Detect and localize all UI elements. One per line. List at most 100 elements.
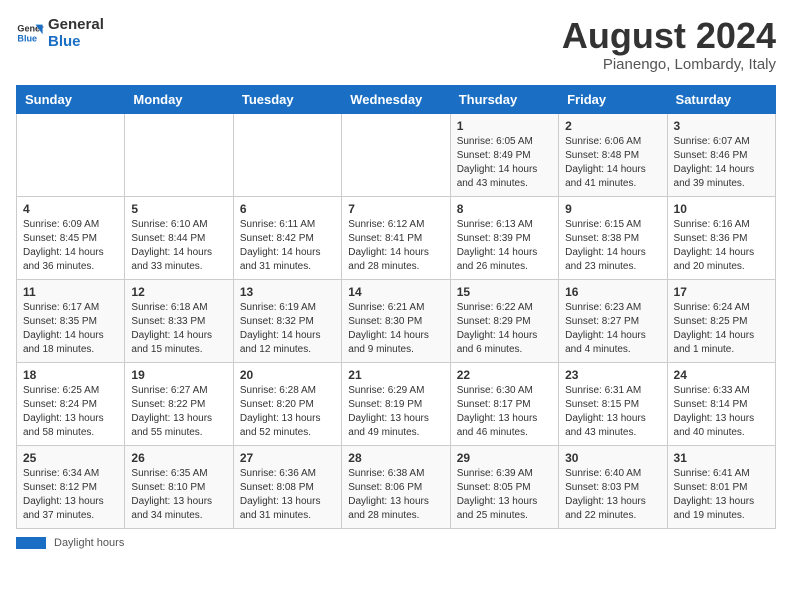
day-number: 15 xyxy=(457,285,552,299)
day-number: 25 xyxy=(23,451,118,465)
day-number: 6 xyxy=(240,202,335,216)
day-number: 17 xyxy=(674,285,769,299)
calendar-cell: 8 Sunrise: 6:13 AM Sunset: 8:39 PM Daylig… xyxy=(450,196,558,279)
day-header-wednesday: Wednesday xyxy=(342,85,450,113)
day-number: 11 xyxy=(23,285,118,299)
calendar-cell xyxy=(125,113,233,196)
logo-text-line2: Blue xyxy=(48,33,104,50)
day-info: Sunrise: 6:41 AM Sunset: 8:01 PM Dayligh… xyxy=(674,467,769,523)
day-info: Sunrise: 6:09 AM Sunset: 8:45 PM Dayligh… xyxy=(23,218,118,274)
day-info: Sunrise: 6:05 AM Sunset: 8:49 PM Dayligh… xyxy=(457,135,552,191)
day-info: Sunrise: 6:36 AM Sunset: 8:08 PM Dayligh… xyxy=(240,467,335,523)
day-number: 30 xyxy=(565,451,660,465)
day-header-thursday: Thursday xyxy=(450,85,558,113)
day-info: Sunrise: 6:12 AM Sunset: 8:41 PM Dayligh… xyxy=(348,218,443,274)
calendar-cell: 23Sunrise: 6:31 AM Sunset: 8:15 PM Dayli… xyxy=(559,362,667,445)
day-info: Sunrise: 6:25 AM Sunset: 8:24 PM Dayligh… xyxy=(23,384,118,440)
calendar-cell: 4 Sunrise: 6:09 AM Sunset: 8:45 PM Daylig… xyxy=(17,196,125,279)
day-number: 21 xyxy=(348,368,443,382)
day-number: 1 xyxy=(457,119,552,133)
calendar-cell xyxy=(233,113,341,196)
day-number: 26 xyxy=(131,451,226,465)
calendar-cell: 21 Sunrise: 6:29 AM Sunset: 8:19 PM Dayli… xyxy=(342,362,450,445)
calendar-week-row: 1 Sunrise: 6:05 AM Sunset: 8:49 PM Daylig… xyxy=(17,113,776,196)
title-area: August 2024 Pianengo, Lombardy, Italy xyxy=(562,16,776,73)
day-info: Sunrise: 6:24 AM Sunset: 8:25 PM Dayligh… xyxy=(674,301,769,357)
calendar-cell: 29Sunrise: 6:39 AM Sunset: 8:05 PM Dayli… xyxy=(450,445,558,528)
calendar-cell: 6 Sunrise: 6:11 AM Sunset: 8:42 PM Daylig… xyxy=(233,196,341,279)
day-info: Sunrise: 6:28 AM Sunset: 8:20 PM Dayligh… xyxy=(240,384,335,440)
calendar-week-row: 4 Sunrise: 6:09 AM Sunset: 8:45 PM Daylig… xyxy=(17,196,776,279)
day-header-sunday: Sunday xyxy=(17,85,125,113)
legend-label: Daylight hours xyxy=(54,537,124,549)
day-info: Sunrise: 6:33 AM Sunset: 8:14 PM Dayligh… xyxy=(674,384,769,440)
calendar-table: SundayMondayTuesdayWednesdayThursdayFrid… xyxy=(16,85,776,529)
logo-text-line1: General xyxy=(48,16,104,33)
day-info: Sunrise: 6:21 AM Sunset: 8:30 PM Dayligh… xyxy=(348,301,443,357)
day-number: 24 xyxy=(674,368,769,382)
calendar-cell: 12 Sunrise: 6:18 AM Sunset: 8:33 PM Dayli… xyxy=(125,279,233,362)
calendar-cell: 19Sunrise: 6:27 AM Sunset: 8:22 PM Dayli… xyxy=(125,362,233,445)
day-info: Sunrise: 6:40 AM Sunset: 8:03 PM Dayligh… xyxy=(565,467,660,523)
day-header-monday: Monday xyxy=(125,85,233,113)
calendar-cell: 25 Sunrise: 6:34 AM Sunset: 8:12 PM Dayli… xyxy=(17,445,125,528)
calendar-cell: 18 Sunrise: 6:25 AM Sunset: 8:24 PM Dayli… xyxy=(17,362,125,445)
day-info: Sunrise: 6:13 AM Sunset: 8:39 PM Dayligh… xyxy=(457,218,552,274)
day-info: Sunrise: 6:34 AM Sunset: 8:12 PM Dayligh… xyxy=(23,467,118,523)
calendar-cell: 11 Sunrise: 6:17 AM Sunset: 8:35 PM Dayli… xyxy=(17,279,125,362)
calendar-cell: 3Sunrise: 6:07 AM Sunset: 8:46 PM Daylig… xyxy=(667,113,775,196)
calendar-cell: 14 Sunrise: 6:21 AM Sunset: 8:30 PM Dayli… xyxy=(342,279,450,362)
logo: General Blue General Blue xyxy=(16,16,104,50)
calendar-cell: 26 Sunrise: 6:35 AM Sunset: 8:10 PM Dayli… xyxy=(125,445,233,528)
calendar-header-row: SundayMondayTuesdayWednesdayThursdayFrid… xyxy=(17,85,776,113)
day-number: 14 xyxy=(348,285,443,299)
day-info: Sunrise: 6:07 AM Sunset: 8:46 PM Dayligh… xyxy=(674,135,769,191)
calendar-week-row: 11 Sunrise: 6:17 AM Sunset: 8:35 PM Dayli… xyxy=(17,279,776,362)
day-number: 20 xyxy=(240,368,335,382)
calendar-cell: 9Sunrise: 6:15 AM Sunset: 8:38 PM Daylig… xyxy=(559,196,667,279)
month-year-title: August 2024 xyxy=(562,16,776,56)
header: General Blue General Blue August 2024 Pi… xyxy=(16,16,776,73)
day-info: Sunrise: 6:31 AM Sunset: 8:15 PM Dayligh… xyxy=(565,384,660,440)
day-number: 8 xyxy=(457,202,552,216)
day-header-saturday: Saturday xyxy=(667,85,775,113)
day-number: 18 xyxy=(23,368,118,382)
calendar-cell: 16Sunrise: 6:23 AM Sunset: 8:27 PM Dayli… xyxy=(559,279,667,362)
calendar-cell: 2Sunrise: 6:06 AM Sunset: 8:48 PM Daylig… xyxy=(559,113,667,196)
day-info: Sunrise: 6:39 AM Sunset: 8:05 PM Dayligh… xyxy=(457,467,552,523)
day-number: 12 xyxy=(131,285,226,299)
location-subtitle: Pianengo, Lombardy, Italy xyxy=(562,56,776,73)
day-number: 5 xyxy=(131,202,226,216)
day-number: 13 xyxy=(240,285,335,299)
calendar-week-row: 18 Sunrise: 6:25 AM Sunset: 8:24 PM Dayli… xyxy=(17,362,776,445)
day-header-tuesday: Tuesday xyxy=(233,85,341,113)
day-info: Sunrise: 6:16 AM Sunset: 8:36 PM Dayligh… xyxy=(674,218,769,274)
day-info: Sunrise: 6:23 AM Sunset: 8:27 PM Dayligh… xyxy=(565,301,660,357)
day-info: Sunrise: 6:11 AM Sunset: 8:42 PM Dayligh… xyxy=(240,218,335,274)
day-info: Sunrise: 6:29 AM Sunset: 8:19 PM Dayligh… xyxy=(348,384,443,440)
day-info: Sunrise: 6:17 AM Sunset: 8:35 PM Dayligh… xyxy=(23,301,118,357)
day-number: 4 xyxy=(23,202,118,216)
calendar-cell xyxy=(17,113,125,196)
calendar-cell: 17 Sunrise: 6:24 AM Sunset: 8:25 PM Dayli… xyxy=(667,279,775,362)
day-number: 9 xyxy=(565,202,660,216)
day-info: Sunrise: 6:35 AM Sunset: 8:10 PM Dayligh… xyxy=(131,467,226,523)
day-info: Sunrise: 6:19 AM Sunset: 8:32 PM Dayligh… xyxy=(240,301,335,357)
calendar-cell: 27 Sunrise: 6:36 AM Sunset: 8:08 PM Dayli… xyxy=(233,445,341,528)
day-info: Sunrise: 6:30 AM Sunset: 8:17 PM Dayligh… xyxy=(457,384,552,440)
day-info: Sunrise: 6:10 AM Sunset: 8:44 PM Dayligh… xyxy=(131,218,226,274)
legend-color-box xyxy=(16,537,46,549)
day-number: 2 xyxy=(565,119,660,133)
day-info: Sunrise: 6:38 AM Sunset: 8:06 PM Dayligh… xyxy=(348,467,443,523)
calendar-cell xyxy=(342,113,450,196)
calendar-cell: 30 Sunrise: 6:40 AM Sunset: 8:03 PM Dayli… xyxy=(559,445,667,528)
day-number: 27 xyxy=(240,451,335,465)
day-info: Sunrise: 6:18 AM Sunset: 8:33 PM Dayligh… xyxy=(131,301,226,357)
calendar-cell: 7Sunrise: 6:12 AM Sunset: 8:41 PM Daylig… xyxy=(342,196,450,279)
day-info: Sunrise: 6:22 AM Sunset: 8:29 PM Dayligh… xyxy=(457,301,552,357)
calendar-cell: 15 Sunrise: 6:22 AM Sunset: 8:29 PM Dayli… xyxy=(450,279,558,362)
calendar-cell: 5 Sunrise: 6:10 AM Sunset: 8:44 PM Daylig… xyxy=(125,196,233,279)
day-number: 28 xyxy=(348,451,443,465)
calendar-cell: 20 Sunrise: 6:28 AM Sunset: 8:20 PM Dayli… xyxy=(233,362,341,445)
footer-legend: Daylight hours xyxy=(16,537,776,549)
